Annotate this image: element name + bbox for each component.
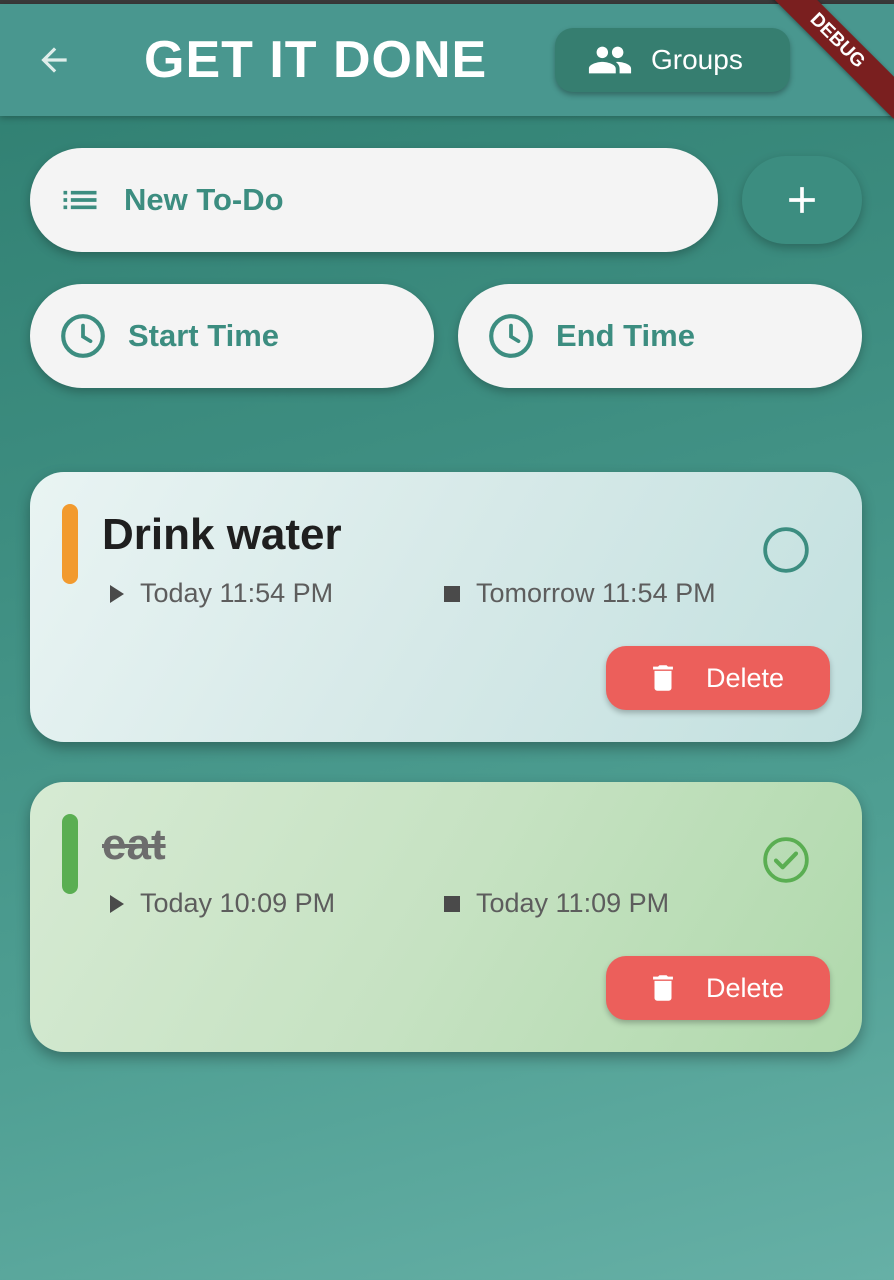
delete-label: Delete [706,972,785,1003]
trash-icon [653,975,673,1001]
circle-outline-icon [763,527,809,573]
list-icon [63,190,97,210]
stop-icon [444,895,460,912]
trash-icon [653,665,673,691]
group-icon [588,46,632,74]
priority-indicator [62,504,78,584]
check-circle-icon [763,837,809,883]
todo-card[interactable]: Drink water Today 11:54 PM Tomorrow 11:5… [30,472,862,742]
end-time-text: Tomorrow 11:54 PM [476,578,716,608]
play-icon [110,584,124,603]
todo-end-time: Tomorrow 11:54 PM [444,578,716,609]
clock-icon [489,314,533,358]
todo-end-time: Today 11:09 PM [444,888,669,919]
back-button[interactable] [24,30,84,90]
clock-icon [61,314,105,358]
delete-button[interactable]: Delete [606,646,830,710]
play-icon [110,894,124,913]
delete-button[interactable]: Delete [606,956,830,1020]
todo-card[interactable]: eat Today 10:09 PM Today 11:09 PM Delete [30,782,862,1052]
app-title: GET IT DONE [144,31,488,89]
start-time-label: Start Time [128,318,280,353]
todo-start-time: Today 11:54 PM [110,578,333,609]
new-todo-placeholder: New To-Do [124,182,284,217]
add-todo-button[interactable] [742,156,862,244]
priority-indicator [62,814,78,894]
stop-icon [444,585,460,602]
complete-toggle[interactable] [760,524,812,576]
start-time-text: Today 10:09 PM [140,888,336,918]
start-time-button[interactable]: Start Time [30,284,434,388]
groups-button[interactable]: Groups [555,28,790,92]
todo-title: Drink water [102,510,342,559]
todo-start-time: Today 10:09 PM [110,888,335,919]
new-todo-input[interactable]: New To-Do [30,148,718,252]
arrow-back-icon [41,47,67,73]
complete-toggle[interactable] [760,834,812,886]
todo-title: eat [102,820,166,869]
end-time-text: Today 11:09 PM [476,888,670,918]
end-time-button[interactable]: End Time [458,284,862,388]
groups-label: Groups [651,44,743,75]
plus-icon [789,187,815,213]
app-bar: GET IT DONE Groups DEBUG [0,0,894,119]
delete-label: Delete [706,662,785,693]
end-time-label: End Time [556,318,695,353]
start-time-text: Today 11:54 PM [140,578,334,608]
